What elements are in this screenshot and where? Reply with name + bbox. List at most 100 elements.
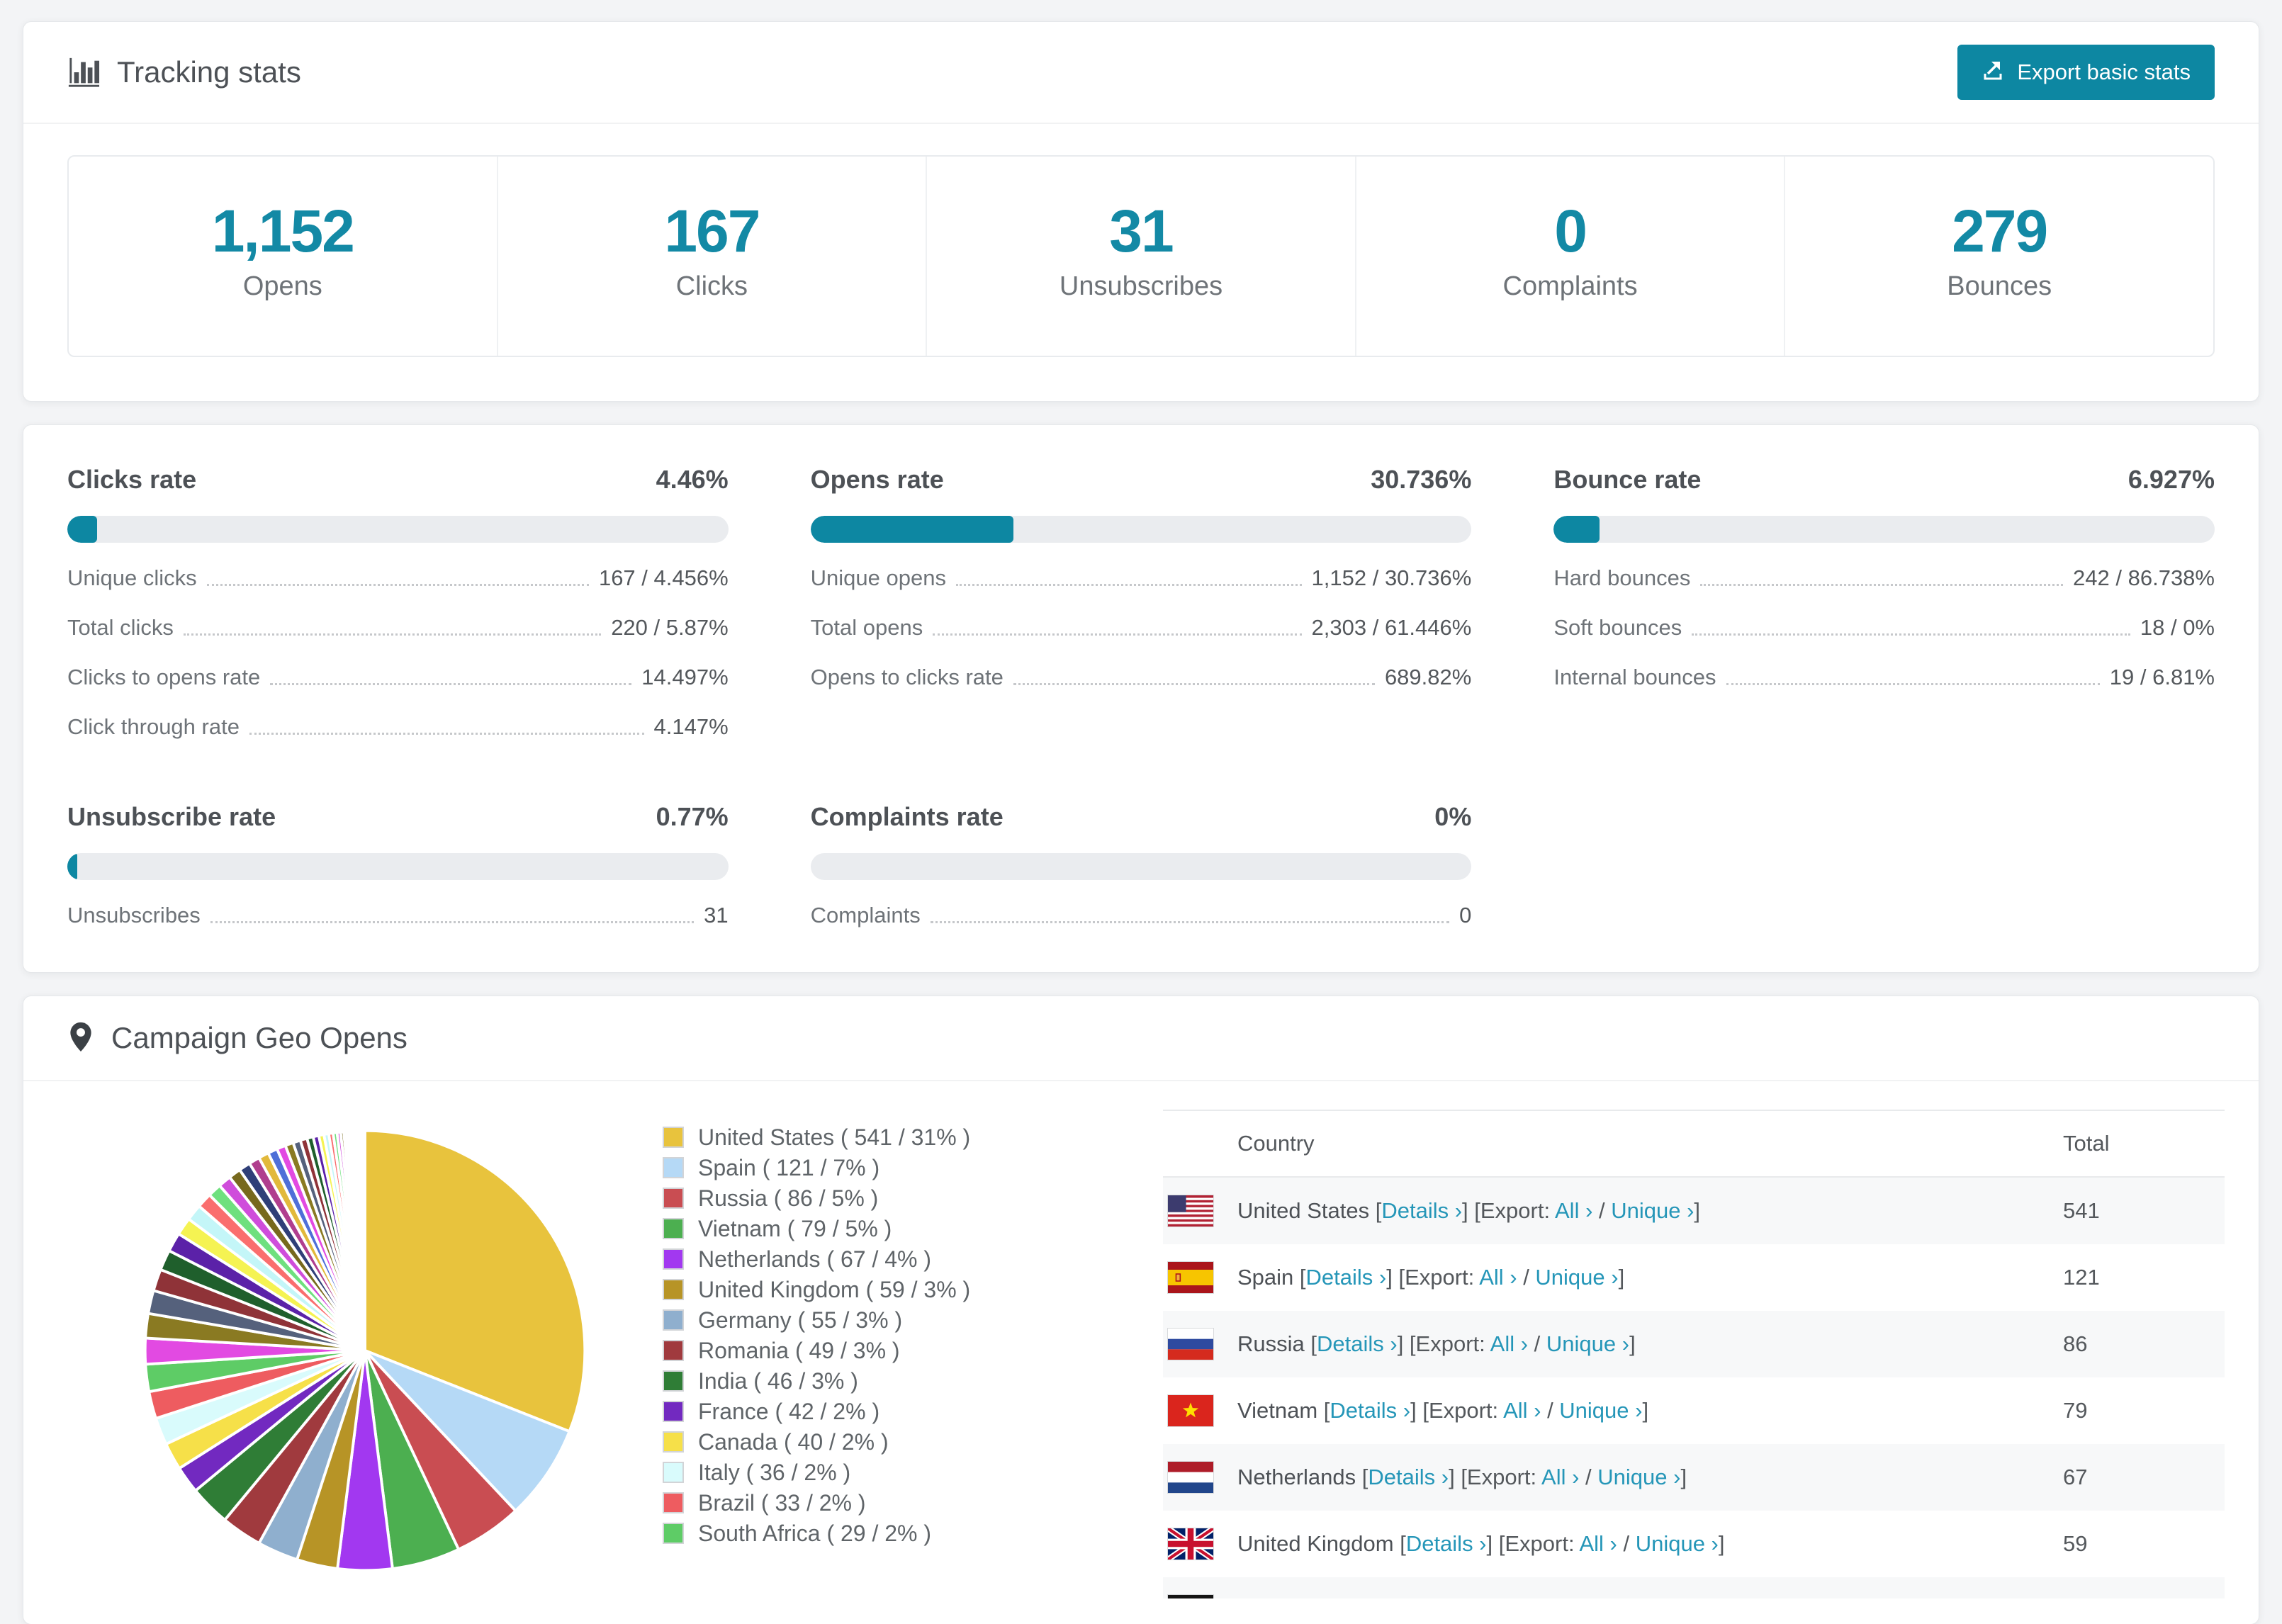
stat-complaints-label: Complaints — [1502, 271, 1638, 301]
rate-value-bounce-rate: 6.927% — [2128, 465, 2215, 494]
rate-row-value: 1,152 / 30.736% — [1311, 565, 1472, 590]
geo-legend: United States ( 541 / 31% ) Spain ( 121 /… — [663, 1110, 1163, 1598]
geo-row-germany: Germany [Details ›] [Export: All › / Uni… — [1163, 1577, 2225, 1598]
legend-chip-vietnam — [663, 1218, 684, 1239]
geo-title-text: Campaign Geo Opens — [111, 1021, 408, 1054]
legend-item-united-kingdom[interactable]: United Kingdom ( 59 / 3% ) — [663, 1278, 1163, 1301]
flag-icon-es — [1167, 1261, 1214, 1294]
export-all-link-united-kingdom[interactable]: All › — [1579, 1531, 1617, 1556]
country-name-spain: Spain — [1237, 1265, 1294, 1290]
rate-row-label: Opens to clicks rate — [810, 665, 1004, 689]
export-basic-stats-button[interactable]: Export basic stats — [1957, 45, 2215, 100]
legend-label-united-states: United States ( 541 / 31% ) — [698, 1124, 971, 1150]
export-unique-link-united-states[interactable]: Unique › — [1611, 1198, 1694, 1223]
legend-item-vietnam[interactable]: Vietnam ( 79 / 5% ) — [663, 1216, 1163, 1241]
legend-item-france[interactable]: France ( 42 / 2% ) — [663, 1400, 1163, 1423]
legend-item-italy[interactable]: Italy ( 36 / 2% ) — [663, 1461, 1163, 1484]
rate-title-bounce-rate: Bounce rate — [1553, 465, 1702, 494]
export-all-link-netherlands[interactable]: All › — [1541, 1465, 1579, 1489]
export-unique-link-spain[interactable]: Unique › — [1535, 1265, 1618, 1290]
rate-row-label: Total opens — [810, 615, 923, 640]
legend-item-united-states[interactable]: United States ( 541 / 31% ) — [663, 1124, 1163, 1150]
progress-bar-opens-rate — [810, 516, 1472, 543]
export-all-link-russia[interactable]: All › — [1490, 1331, 1528, 1356]
geo-total-vietnam: 79 — [2063, 1398, 2088, 1423]
legend-item-brazil[interactable]: Brazil ( 33 / 2% ) — [663, 1492, 1163, 1514]
geo-table: Country Total United States [Details ›] … — [1163, 1110, 2225, 1598]
export-all-link-united-states[interactable]: All › — [1555, 1198, 1592, 1223]
details-link-united-states[interactable]: Details › — [1381, 1198, 1462, 1223]
details-link-united-kingdom[interactable]: Details › — [1406, 1531, 1487, 1556]
legend-item-netherlands[interactable]: Netherlands ( 67 / 4% ) — [663, 1248, 1163, 1270]
legend-label-india: India ( 46 / 3% ) — [698, 1368, 858, 1394]
details-link-vietnam[interactable]: Details › — [1330, 1398, 1410, 1423]
rate-value-complaints-rate: 0% — [1434, 802, 1472, 831]
rate-value-clicks-rate: 4.46% — [656, 465, 729, 494]
legend-chip-germany — [663, 1309, 684, 1331]
export-unique-link-vietnam[interactable]: Unique › — [1559, 1398, 1642, 1423]
rate-row-unique-clicks: Unique clicks 167 / 4.456% — [67, 564, 729, 592]
rate-section-unsubscribe-rate: Unsubscribe rate 0.77% Unsubscribes 31 — [67, 801, 729, 930]
stat-unsubscribes-value: 31 — [1109, 198, 1174, 264]
geo-total-netherlands: 67 — [2063, 1465, 2088, 1489]
rate-title-opens-rate: Opens rate — [810, 465, 944, 494]
legend-item-south-africa[interactable]: South Africa ( 29 / 2% ) — [663, 1521, 1163, 1546]
geo-col-total: Total — [2063, 1131, 2110, 1156]
legend-item-romania[interactable]: Romania ( 49 / 3% ) — [663, 1338, 1163, 1363]
flag-icon-gb — [1167, 1528, 1214, 1560]
details-link-russia[interactable]: Details › — [1317, 1331, 1398, 1356]
flag-icon-nl — [1167, 1461, 1214, 1494]
legend-item-spain[interactable]: Spain ( 121 / 7% ) — [663, 1155, 1163, 1180]
geo-total-united-states: 541 — [2063, 1198, 2100, 1223]
legend-label-south-africa: South Africa ( 29 / 2% ) — [698, 1521, 932, 1546]
details-link-spain[interactable]: Details › — [1306, 1265, 1387, 1290]
geo-pie-chart — [67, 1110, 663, 1598]
stat-bounces: 279 Bounces — [1784, 157, 2213, 356]
legend-item-germany[interactable]: Germany ( 55 / 3% ) — [663, 1309, 1163, 1331]
rate-row-value: 31 — [704, 903, 729, 927]
stat-complaints-value: 0 — [1554, 198, 1587, 264]
rate-row-value: 220 / 5.87% — [611, 615, 729, 640]
rate-row-value: 167 / 4.456% — [598, 565, 729, 590]
progress-bar-bounce-rate — [1553, 516, 2215, 543]
geo-table-rows: United States [Details ›] [Export: All ›… — [1163, 1178, 2225, 1598]
export-unique-link-russia[interactable]: Unique › — [1546, 1331, 1629, 1356]
export-unique-link-netherlands[interactable]: Unique › — [1597, 1465, 1680, 1489]
legend-item-india[interactable]: India ( 46 / 3% ) — [663, 1370, 1163, 1392]
rate-row-unsubscribes: Unsubscribes 31 — [67, 901, 729, 930]
geo-body: United States ( 541 / 31% ) Spain ( 121 /… — [23, 1081, 2259, 1624]
progress-fill-bounce-rate — [1553, 516, 1600, 543]
dotted-leader — [933, 633, 1302, 636]
stat-bounces-label: Bounces — [1947, 271, 2052, 301]
stat-unsubscribes: 31 Unsubscribes — [926, 157, 1355, 356]
export-all-link-vietnam[interactable]: All › — [1503, 1398, 1541, 1423]
stat-clicks-label: Clicks — [675, 271, 748, 301]
export-all-link-spain[interactable]: All › — [1479, 1265, 1517, 1290]
legend-item-russia[interactable]: Russia ( 86 / 5% ) — [663, 1187, 1163, 1209]
rate-row-value: 19 / 6.81% — [2109, 665, 2215, 689]
tracking-stats-title: Tracking stats — [67, 53, 301, 91]
tracking-stats-header: Tracking stats Export basic stats — [23, 22, 2259, 124]
rate-row-value: 689.82% — [1384, 665, 1472, 689]
legend-label-netherlands: Netherlands ( 67 / 4% ) — [698, 1246, 932, 1272]
country-name-united-states: United States — [1237, 1198, 1370, 1223]
legend-item-canada[interactable]: Canada ( 40 / 2% ) — [663, 1431, 1163, 1453]
legend-label-spain: Spain ( 121 / 7% ) — [698, 1155, 880, 1180]
legend-chip-russia — [663, 1188, 684, 1209]
rate-row-internal-bounces: Internal bounces 19 / 6.81% — [1553, 663, 2215, 692]
details-link-netherlands[interactable]: Details › — [1368, 1465, 1449, 1489]
dotted-leader — [1692, 633, 2130, 636]
flag-icon-us — [1167, 1195, 1214, 1227]
stats-summary-wrap: 1,152 Opens 167 Clicks 31 Unsubscribes 0 Compla… — [67, 155, 2215, 357]
rate-row-value: 2,303 / 61.446% — [1311, 615, 1472, 640]
geo-country-cell: Vietnam [Details ›] [Export: All › / Uni… — [1237, 1398, 1649, 1423]
rate-row-label: Total clicks — [67, 615, 174, 640]
legend-label-romania: Romania ( 49 / 3% ) — [698, 1338, 900, 1363]
legend-chip-united-states — [663, 1127, 684, 1148]
stat-opens-label: Opens — [242, 271, 322, 301]
stats-summary-box: 1,152 Opens 167 Clicks 31 Unsubscribes 0 Compla… — [67, 155, 2215, 357]
legend-label-vietnam: Vietnam ( 79 / 5% ) — [698, 1216, 892, 1241]
rate-title-complaints-rate: Complaints rate — [810, 802, 1004, 831]
geo-country-cell: Spain [Details ›] [Export: All › / Uniqu… — [1237, 1265, 1625, 1290]
export-unique-link-united-kingdom[interactable]: Unique › — [1636, 1531, 1719, 1556]
